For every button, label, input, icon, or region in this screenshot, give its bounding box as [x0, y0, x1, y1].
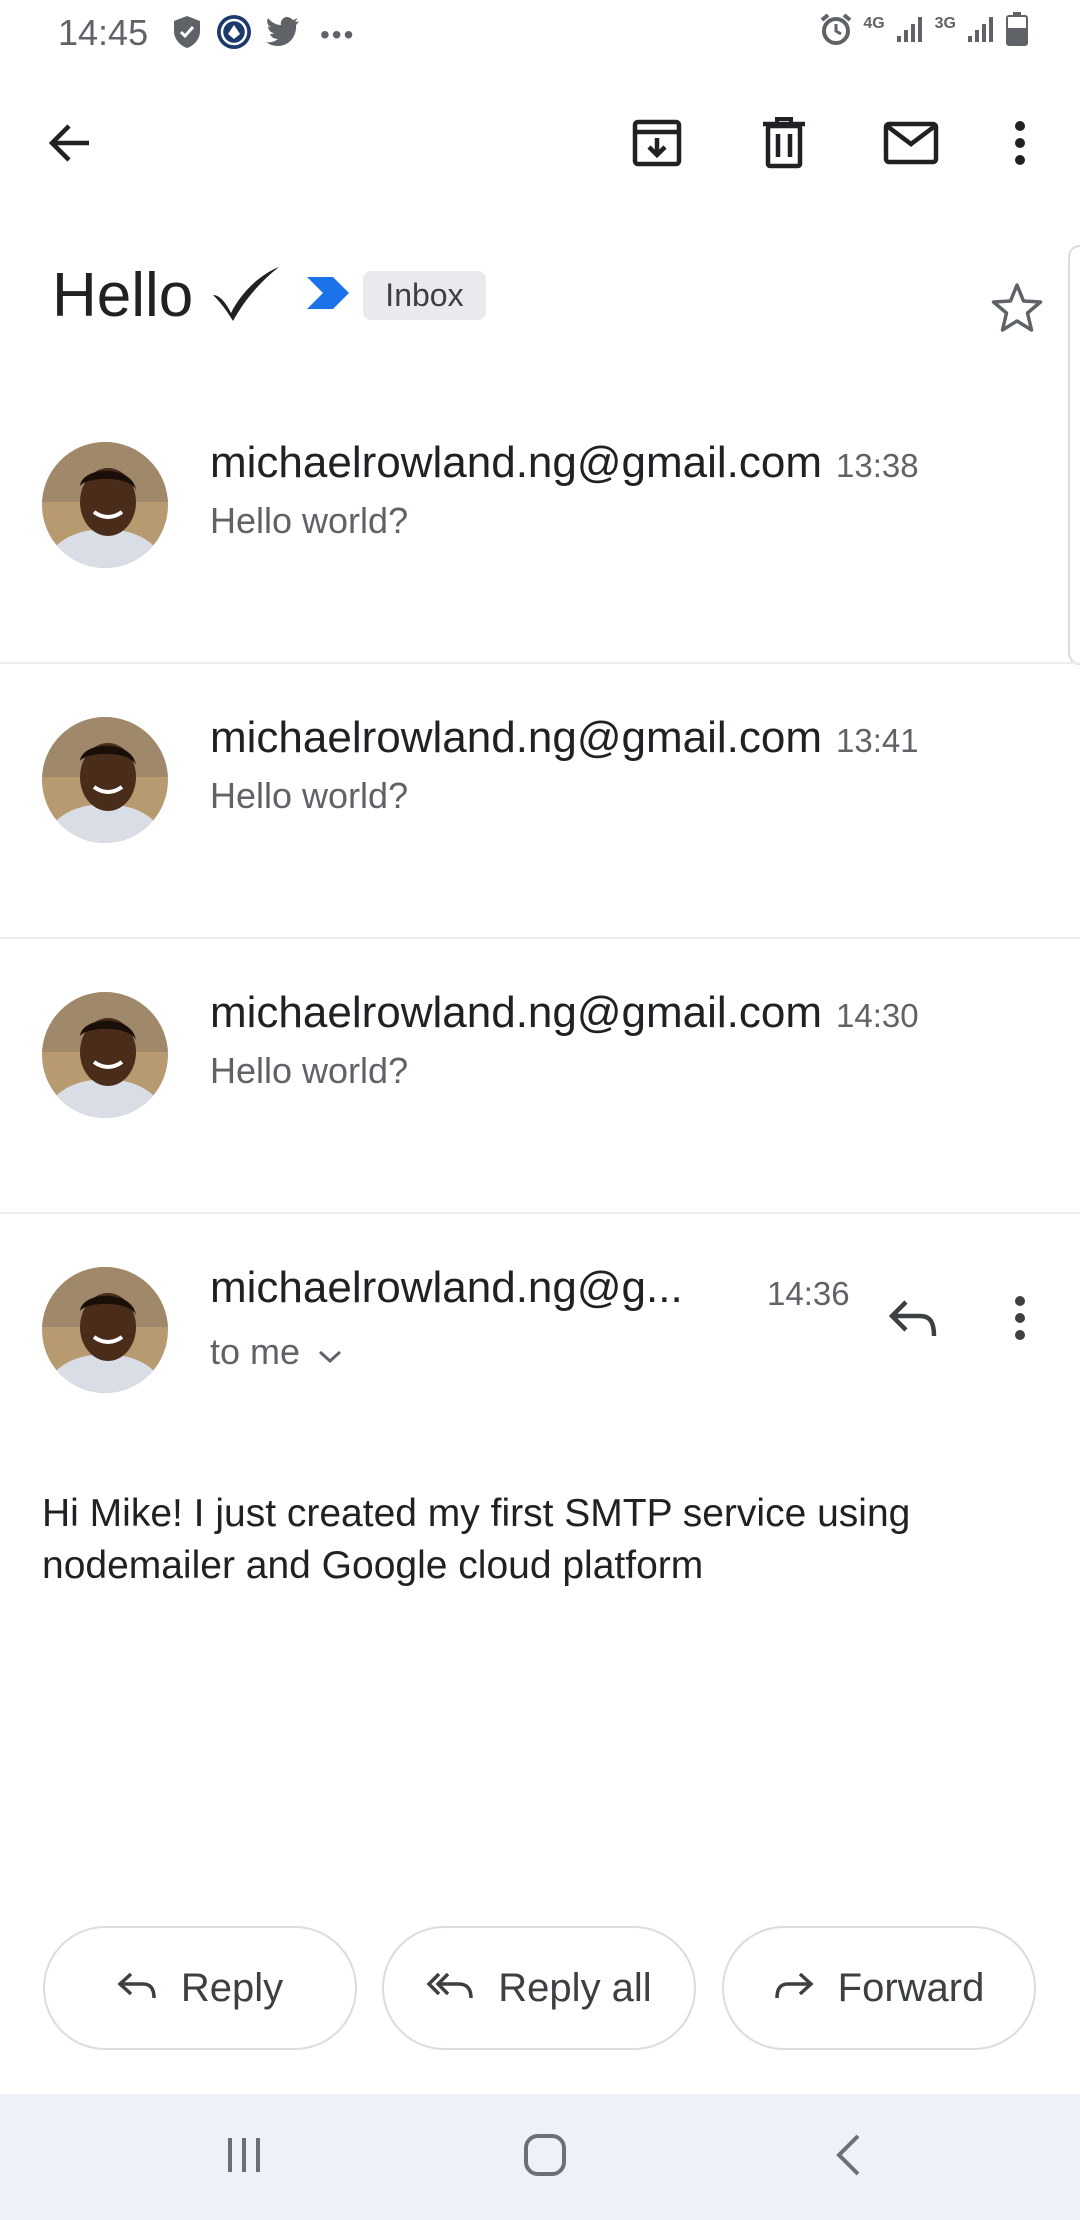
alarm-icon	[819, 12, 853, 51]
star-button[interactable]	[982, 275, 1052, 345]
nav-back-icon	[834, 2133, 862, 2182]
archive-icon	[632, 118, 682, 173]
message-item[interactable]: michaelrowland.ng@gmail.com 13:41 Hello w…	[0, 685, 1080, 935]
signal-icon	[895, 14, 925, 49]
shield-icon	[172, 15, 202, 54]
status-time: 14:45	[58, 12, 149, 53]
reply-all-icon	[426, 1966, 474, 2011]
sender-line: michaelrowland.ng@gmail.com 13:41	[210, 713, 919, 763]
delete-button[interactable]	[749, 110, 819, 180]
system-status: 4G 3G	[819, 12, 1028, 51]
message-time: 13:38	[836, 447, 919, 484]
sender-line: michaelrowland.ng@gmail.com 13:38	[210, 438, 919, 488]
back-button[interactable]	[35, 110, 105, 180]
mail-icon	[883, 121, 939, 170]
reply-all-button[interactable]: Reply all	[382, 1926, 696, 2050]
crypto-app-icon	[216, 14, 252, 55]
open-message-header[interactable]: michaelrowland.ng@g... 14:36 to me	[0, 1235, 1080, 1455]
trash-icon	[761, 116, 807, 174]
avatar	[42, 1267, 168, 1393]
forward-icon	[774, 1966, 814, 2011]
archive-button[interactable]	[622, 110, 692, 180]
recipient-label: to me	[210, 1331, 301, 1372]
message-snippet: Hello world?	[210, 775, 409, 816]
label-chip[interactable]: Inbox	[363, 270, 486, 320]
home-button[interactable]	[505, 2124, 585, 2190]
message-time: 14:30	[836, 997, 919, 1034]
nav-back-button[interactable]	[808, 2124, 888, 2190]
message-time: 14:36	[767, 1275, 850, 1312]
reply-all-label: Reply all	[498, 1965, 652, 2010]
signal-icon	[966, 14, 996, 49]
avatar	[42, 992, 168, 1118]
network-type-2: 3G	[934, 14, 956, 32]
notification-icons: •••	[172, 14, 355, 55]
sender-email: michaelrowland.ng@gmail.com	[210, 713, 823, 762]
battery-icon	[1006, 12, 1028, 51]
mark-unread-button[interactable]	[876, 110, 946, 180]
arrow-left-icon	[47, 120, 93, 171]
email-subject: Hello	[52, 260, 194, 330]
recipient-details-toggle[interactable]: to me	[210, 1331, 342, 1373]
subject-row: Hello Inbox	[52, 255, 486, 335]
more-vertical-icon	[1013, 120, 1027, 171]
top-toolbar	[0, 100, 1080, 190]
message-item[interactable]: michaelrowland.ng@gmail.com 14:30 Hello w…	[0, 960, 1080, 1210]
avatar	[42, 717, 168, 843]
chevron-down-icon	[318, 1331, 342, 1373]
more-vertical-icon	[1013, 1295, 1027, 1346]
message-body: Hi Mike! I just created my first SMTP se…	[42, 1492, 911, 1587]
recents-button[interactable]	[204, 2124, 284, 2190]
message-more-button[interactable]	[985, 1285, 1055, 1355]
more-options-button[interactable]	[985, 110, 1055, 180]
message-time: 13:41	[836, 722, 919, 759]
sender-email: michaelrowland.ng@gmail.com	[210, 988, 823, 1037]
reply-icon	[888, 1298, 938, 1343]
importance-marker-icon[interactable]	[305, 275, 351, 316]
message-snippet: Hello world?	[210, 1050, 409, 1091]
system-nav-bar	[0, 2094, 1080, 2220]
status-bar: 14:45 ••• 4G 3G	[0, 0, 1080, 70]
reply-button[interactable]: Reply	[43, 1926, 357, 2050]
avatar	[42, 442, 168, 568]
reply-icon	[117, 1966, 157, 2011]
sender-email: michaelrowland.ng@g...	[210, 1263, 683, 1312]
divider	[0, 1212, 1080, 1214]
network-type-1: 4G	[863, 14, 885, 32]
checkmark-icon	[209, 263, 283, 328]
star-icon	[990, 282, 1044, 339]
divider	[0, 662, 1080, 664]
reply-icon-button[interactable]	[878, 1285, 948, 1355]
twitter-icon	[266, 17, 300, 52]
recents-icon	[224, 2135, 264, 2180]
message-snippet: Hello world?	[210, 500, 409, 541]
home-icon	[523, 2133, 567, 2182]
reply-label: Reply	[180, 1965, 284, 2010]
message-item[interactable]: michaelrowland.ng@gmail.com 13:38 Hello w…	[0, 410, 1080, 660]
more-notifications-icon: •••	[320, 18, 356, 50]
sender-line: michaelrowland.ng@gmail.com 14:30	[210, 988, 919, 1038]
divider	[0, 937, 1080, 939]
forward-button[interactable]: Forward	[722, 1926, 1036, 2050]
forward-label: Forward	[837, 1965, 985, 2010]
sender-email: michaelrowland.ng@gmail.com	[210, 438, 823, 487]
